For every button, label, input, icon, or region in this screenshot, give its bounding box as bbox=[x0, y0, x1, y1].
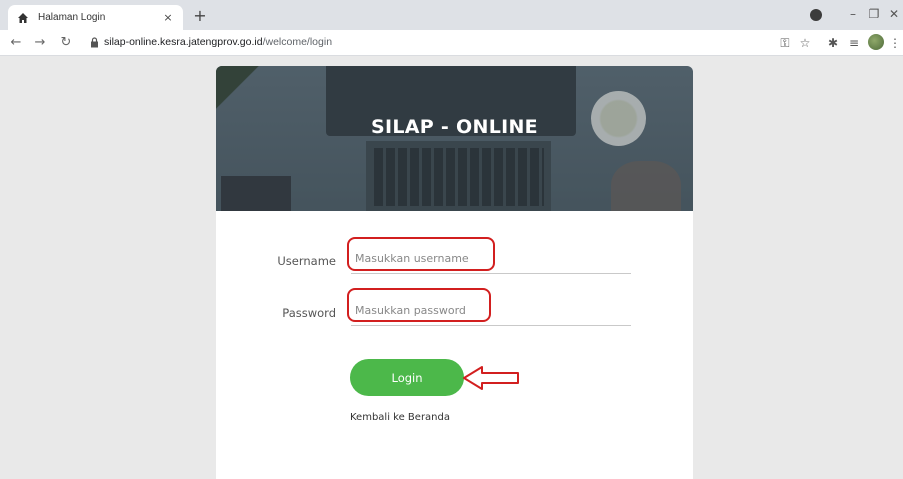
url-host: silap-online.kesra.jatengprov.go.id bbox=[104, 36, 263, 48]
username-label: Username bbox=[277, 254, 336, 268]
page-background: SILAP - ONLINE Username Password Login K… bbox=[8, 56, 903, 479]
close-window-button[interactable]: ✕ bbox=[882, 4, 903, 24]
username-row: Username bbox=[216, 244, 693, 284]
hero-banner: SILAP - ONLINE bbox=[216, 66, 693, 211]
url-path: /welcome/login bbox=[262, 36, 333, 48]
login-card: SILAP - ONLINE Username Password Login K… bbox=[216, 66, 693, 479]
password-label: Password bbox=[282, 306, 336, 320]
extensions-icon[interactable]: ✱ bbox=[824, 34, 842, 52]
new-tab-button[interactable]: + bbox=[190, 6, 210, 26]
forward-arrow-icon[interactable]: → bbox=[30, 33, 50, 53]
page-title: SILAP - ONLINE bbox=[371, 116, 538, 138]
avatar[interactable] bbox=[868, 34, 884, 50]
browser-toolbar: ← → ↻ silap-online.kesra.jatengprov.go.i… bbox=[0, 30, 903, 56]
profile-indicator-icon[interactable] bbox=[810, 9, 822, 21]
login-button[interactable]: Login bbox=[350, 359, 464, 396]
reload-icon[interactable]: ↻ bbox=[56, 33, 76, 53]
hero-overlay bbox=[216, 66, 693, 211]
password-input[interactable] bbox=[351, 296, 631, 326]
back-to-home-link[interactable]: Kembali ke Beranda bbox=[350, 412, 450, 423]
browser-tab[interactable]: Halaman Login × bbox=[8, 5, 183, 30]
address-bar[interactable]: silap-online.kesra.jatengprov.go.id/welc… bbox=[104, 36, 332, 48]
pointer-arrow-icon bbox=[463, 366, 519, 390]
star-icon[interactable]: ☆ bbox=[796, 34, 814, 52]
menu-icon[interactable]: ⋮ bbox=[886, 34, 903, 52]
tab-close-icon[interactable]: × bbox=[161, 11, 175, 24]
lock-icon[interactable] bbox=[88, 37, 100, 49]
back-arrow-icon[interactable]: ← bbox=[6, 33, 26, 53]
browser-tab-bar: Halaman Login × + – ❐ ✕ bbox=[0, 0, 903, 30]
home-icon bbox=[16, 11, 30, 25]
password-row: Password bbox=[216, 296, 693, 336]
key-icon[interactable]: ⚿ bbox=[776, 34, 794, 52]
username-input[interactable] bbox=[351, 244, 631, 274]
tab-title: Halaman Login bbox=[38, 12, 106, 23]
reading-list-icon[interactable]: ≡ bbox=[845, 34, 863, 52]
